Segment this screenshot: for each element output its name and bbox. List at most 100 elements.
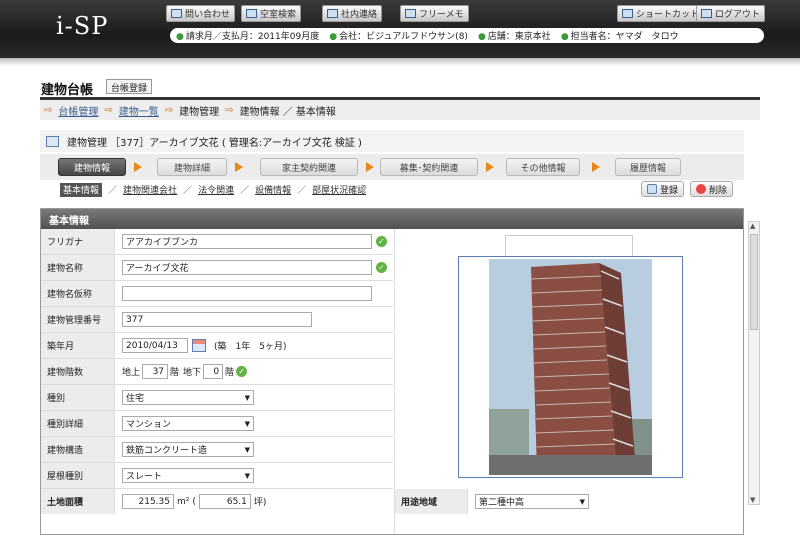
vertical-scrollbar[interactable]: ▲ ▼	[748, 221, 760, 505]
step-nav: 建物情報 建物詳細 家主契約関連 募集･契約関連 その他情報 履歴情報	[40, 154, 744, 180]
provisional-name-label: 建物名仮称	[41, 281, 115, 306]
check-icon: ✓	[376, 262, 387, 273]
furigana-input[interactable]: アアカイブブンカ	[122, 234, 372, 249]
row-structure: 建物構造 鉄筋コンクリート造	[41, 437, 393, 463]
basic-info-section: 基本情報 フリガナ アアカイブブンカ ✓ 建物名称 アーカイブ文花 ✓ 建物名仮称 …	[40, 208, 744, 535]
below-ground-input[interactable]: 0	[203, 364, 224, 379]
inquiry-button[interactable]: 問い合わせ	[166, 5, 236, 22]
breadcrumb-current: 建物情報 ／ 基本情報	[239, 106, 336, 118]
building-age: (築 1年 5ヶ月)	[214, 342, 287, 352]
memo-label: フリーメモ	[419, 10, 464, 20]
kind-detail-label: 種別詳細	[41, 411, 115, 436]
tsubo-unit: 坪)	[253, 498, 267, 508]
kind-select[interactable]: 住宅	[122, 390, 254, 405]
subtab-legal[interactable]: 法令関連	[198, 183, 234, 197]
subtab-room-status[interactable]: 部屋状況確認	[312, 183, 366, 197]
store: ● 店舗：東京本社	[477, 32, 551, 42]
ledger-register-button[interactable]: 台帳登録	[106, 79, 153, 94]
shortcut-button[interactable]: ショートカット	[617, 5, 705, 22]
breadcrumb: ⇨ 台帳管理 ⇨ 建物一覧 ⇨ 建物管理 ⇨ 建物情報 ／ 基本情報	[40, 100, 760, 120]
row-floors: 建物階数 地上 37 階 地下 0 階 ✓	[41, 359, 393, 385]
floor-unit: 階	[170, 368, 180, 378]
row-provisional-name: 建物名仮称	[41, 281, 393, 307]
row-building-name: 建物名称 アーカイブ文花 ✓	[41, 255, 393, 281]
furigana-cell: アアカイブブンカ ✓	[116, 229, 387, 254]
roof-select[interactable]: スレート	[122, 468, 254, 483]
building-name-cell: アーカイブ文花 ✓	[116, 255, 387, 280]
sub-tabs: 基本情報 ／ 建物関連会社 ／ 法令関連 ／ 設備情報 ／ 部屋状況確認	[60, 183, 366, 197]
structure-select[interactable]: 鉄筋コンクリート造	[122, 442, 254, 457]
breadcrumb-building-mgmt: 建物管理	[179, 106, 220, 118]
scroll-thumb[interactable]	[750, 234, 758, 330]
logout-button[interactable]: ログアウト	[696, 5, 766, 22]
floors-cell: 地上 37 階 地下 0 階 ✓	[116, 359, 248, 384]
breadcrumb-ledger[interactable]: 台帳管理	[58, 103, 98, 118]
row-built-date: 築年月 2010/04/13 (築 1年 5ヶ月)	[41, 333, 393, 359]
register-button[interactable]: 登録	[641, 181, 685, 197]
check-icon: ✓	[376, 236, 387, 247]
free-memo-button[interactable]: フリーメモ	[400, 5, 469, 22]
document-icon	[46, 135, 59, 147]
land-area-input[interactable]: 215.35	[122, 494, 174, 509]
scroll-down-icon[interactable]: ▼	[750, 496, 755, 504]
building-photo[interactable]	[489, 259, 652, 475]
photo-frame	[458, 256, 683, 478]
internal-contact-button[interactable]: 社内連絡	[322, 5, 383, 22]
structure-cell: 鉄筋コンクリート造	[116, 437, 254, 462]
above-ground-input[interactable]: 37	[142, 364, 169, 379]
section-title: 基本情報	[41, 209, 743, 229]
vacancy-label: 空室検索	[260, 10, 297, 20]
step-arrow-icon	[134, 162, 142, 172]
subtab-basic[interactable]: 基本情報	[60, 183, 103, 197]
delete-label: 削除	[709, 185, 728, 196]
kind-cell: 住宅	[116, 385, 254, 410]
row-mgmt-no: 建物管理番号 377	[41, 307, 393, 333]
shortcut-label: ショートカット	[636, 10, 700, 20]
breadcrumb-building-list[interactable]: 建物一覧	[119, 103, 159, 118]
mgmt-no-input[interactable]: 377	[122, 312, 312, 327]
tab-other-info[interactable]: その他情報	[506, 158, 580, 176]
provisional-name-input[interactable]	[122, 286, 372, 301]
row-kind-detail: 種別詳細 マンション	[41, 411, 393, 437]
delete-icon	[696, 184, 706, 194]
page-title: 建物台帳	[41, 83, 94, 98]
mgmt-no-cell: 377	[116, 307, 312, 332]
vacancy-search-button[interactable]: 空室検索	[241, 5, 302, 22]
scroll-up-icon[interactable]: ▲	[750, 222, 755, 230]
tab-recruit-contract[interactable]: 募集･契約関連	[380, 158, 478, 176]
building-photo-image	[489, 259, 652, 475]
built-date-label: 築年月	[41, 333, 115, 358]
area-unit: m²	[177, 496, 190, 507]
header-shadow	[0, 58, 800, 66]
tab-history[interactable]: 履歴情報	[615, 158, 681, 176]
tab-separator: ／	[297, 186, 307, 196]
building-name-input[interactable]: アーカイブ文花	[122, 260, 372, 275]
row-kind: 種別 住宅	[41, 385, 393, 411]
land-tsubo-input[interactable]: 65.1	[198, 494, 251, 509]
internal-label: 社内連絡	[341, 10, 378, 20]
tab-separator: ／	[240, 186, 250, 196]
calendar-icon[interactable]	[192, 339, 206, 352]
subtab-related-company[interactable]: 建物関連会社	[123, 183, 177, 197]
mgmt-no-label: 建物管理番号	[41, 307, 115, 332]
inquiry-label: 問い合わせ	[185, 10, 231, 20]
building-name-label: 建物名称	[41, 255, 115, 280]
land-area-label: 土地面積	[41, 489, 115, 514]
step-arrow-icon	[235, 162, 243, 172]
tab-building-detail[interactable]: 建物詳細	[157, 158, 227, 176]
logout-label: ログアウト	[715, 10, 761, 20]
pencil-icon	[405, 9, 416, 18]
roof-label: 屋根種別	[41, 463, 115, 488]
delete-button[interactable]: 削除	[690, 181, 734, 197]
floors-label: 建物階数	[41, 359, 115, 384]
subtab-equipment[interactable]: 設備情報	[255, 183, 291, 197]
tab-owner-contract[interactable]: 家主契約関連	[260, 158, 358, 176]
above-ground-label: 地上	[122, 368, 141, 378]
arrow-icon: ⇨	[225, 104, 234, 116]
kind-detail-select[interactable]: マンション	[122, 416, 254, 431]
provisional-name-cell	[116, 281, 372, 306]
arrow-icon: ⇨	[104, 104, 113, 116]
built-date-input[interactable]: 2010/04/13	[122, 338, 188, 353]
step-arrow-icon	[592, 162, 600, 172]
tab-building-info[interactable]: 建物情報	[58, 158, 126, 176]
